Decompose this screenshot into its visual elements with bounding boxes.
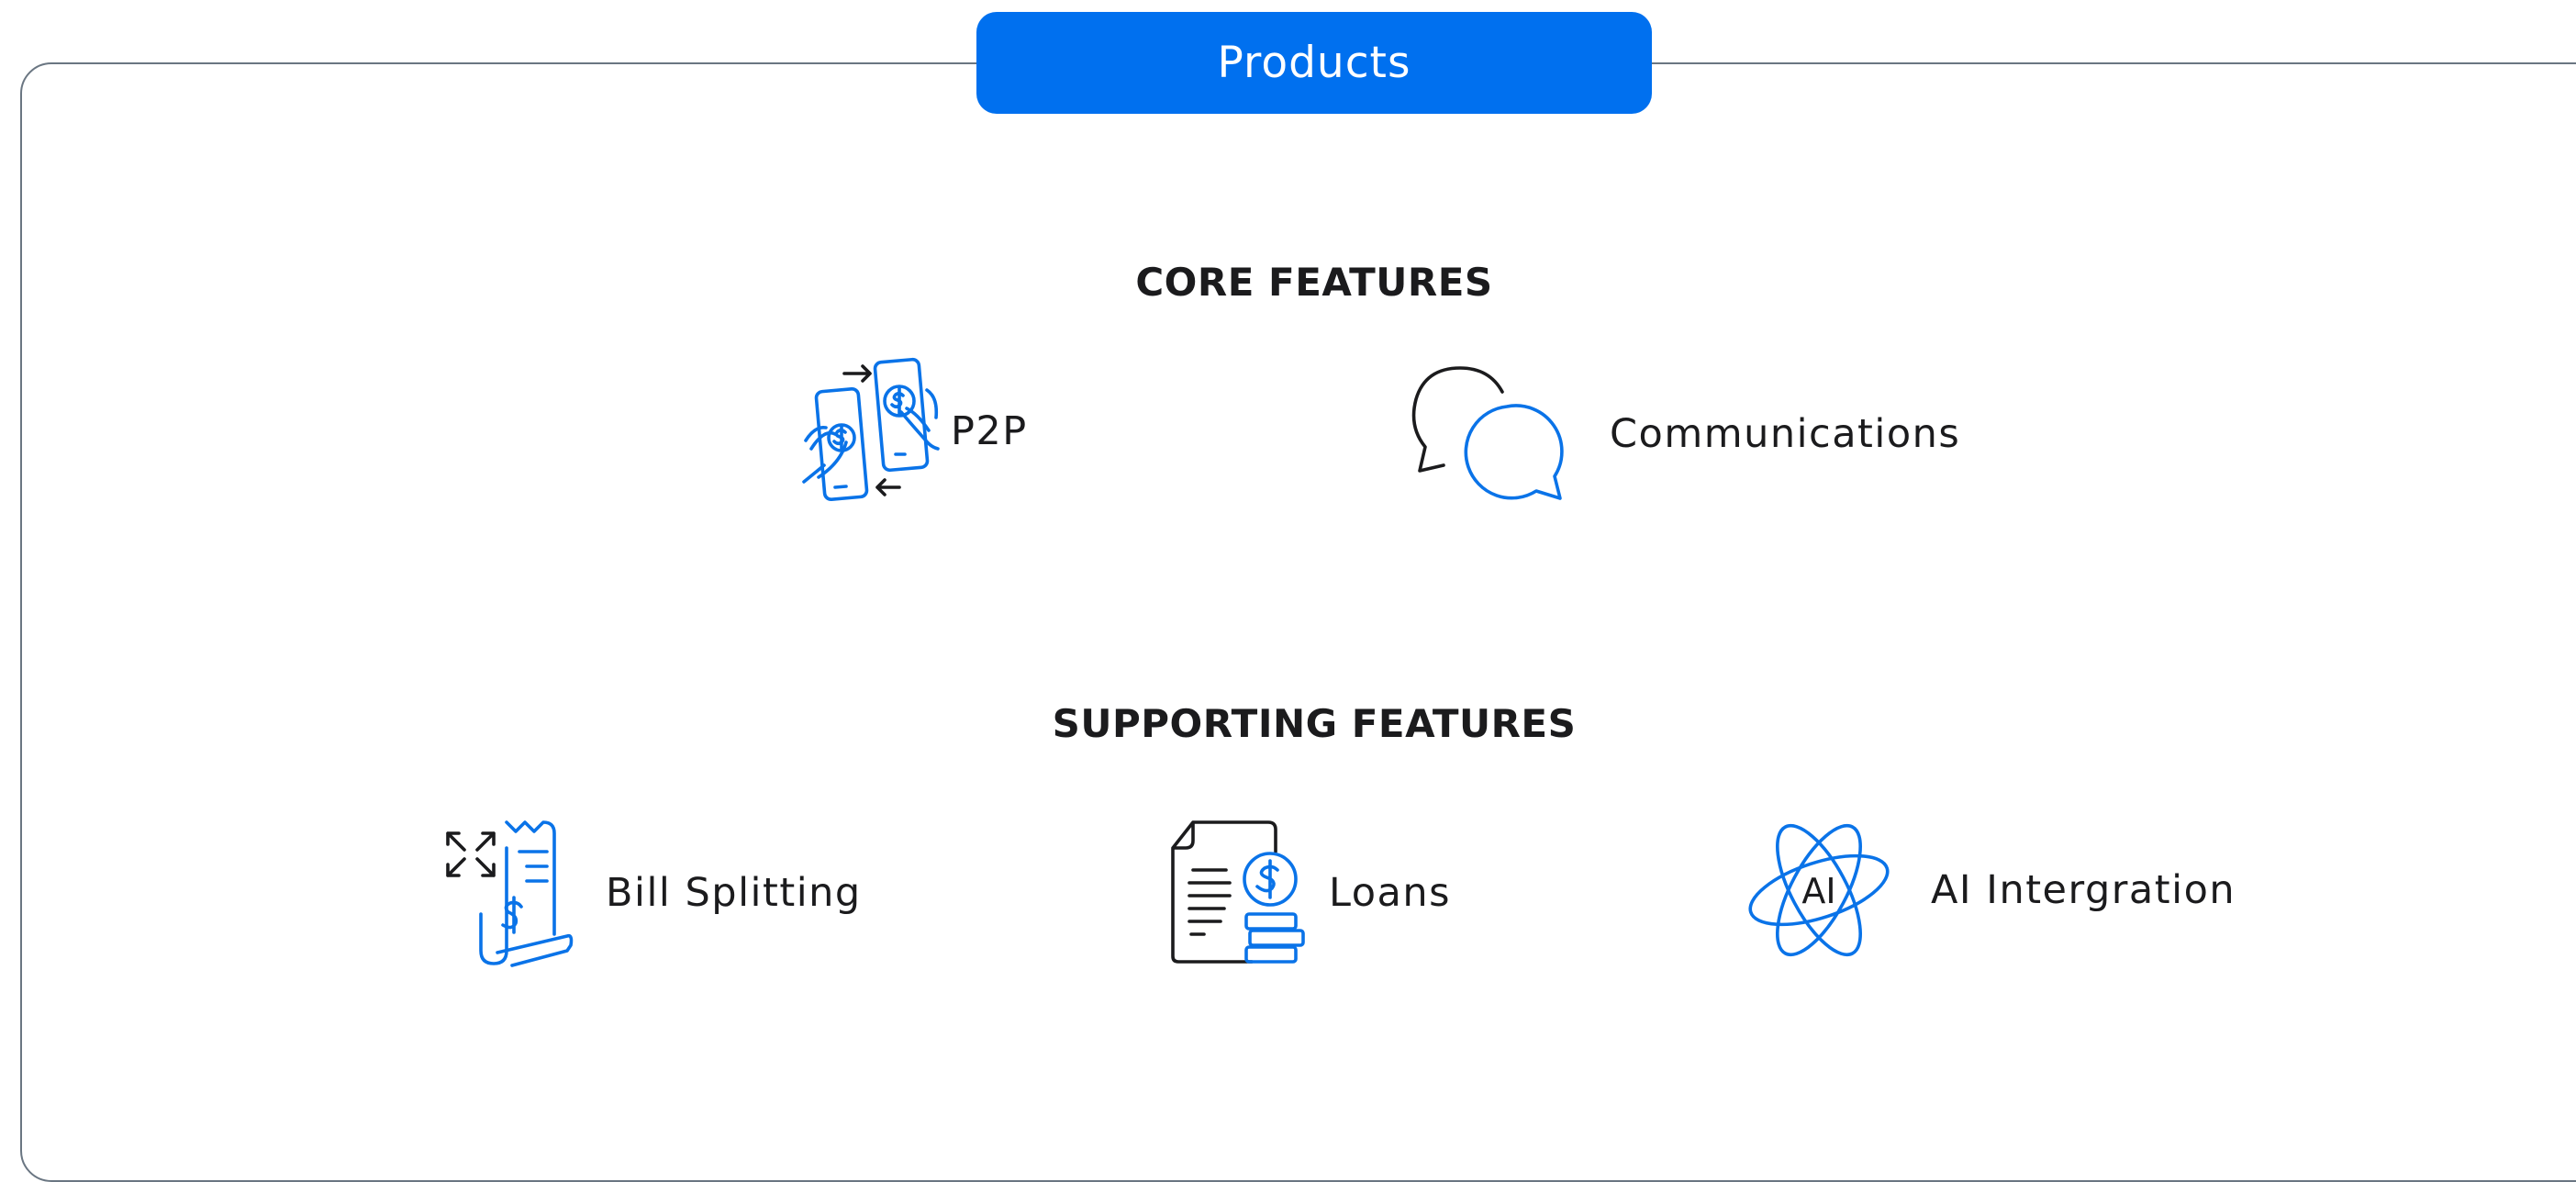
ai-atom-icon: AI — [1748, 823, 1890, 957]
feature-label-bill-splitting: Bill Splitting — [606, 870, 862, 916]
feature-label-p2p: P2P — [951, 408, 1028, 454]
products-title: Products — [1217, 38, 1411, 88]
p2p-phones-icon — [802, 357, 940, 501]
feature-loans: Loans — [1164, 815, 1451, 971]
feature-label-ai-integration: AI Intergration — [1931, 867, 2236, 913]
loan-document-icon — [1171, 820, 1305, 964]
supporting-features-heading: SUPPORTING FEATURES — [1052, 701, 1577, 746]
feature-ai-integration: AI AI Intergration — [1744, 815, 2236, 965]
feature-label-loans: Loans — [1329, 870, 1452, 916]
chat-bubbles-icon — [1411, 366, 1564, 500]
products-title-pill: Products — [976, 12, 1652, 114]
feature-label-communications: Communications — [1610, 411, 1961, 457]
products-frame — [20, 62, 2576, 1182]
ai-icon-text: AI — [1801, 871, 1835, 911]
feature-p2p: P2P — [798, 353, 1028, 509]
feature-bill-splitting: Bill Splitting — [442, 815, 862, 971]
feature-communications: Communications — [1402, 361, 1960, 507]
core-features-heading: CORE FEATURES — [1135, 260, 1493, 305]
bill-split-icon — [446, 820, 574, 967]
